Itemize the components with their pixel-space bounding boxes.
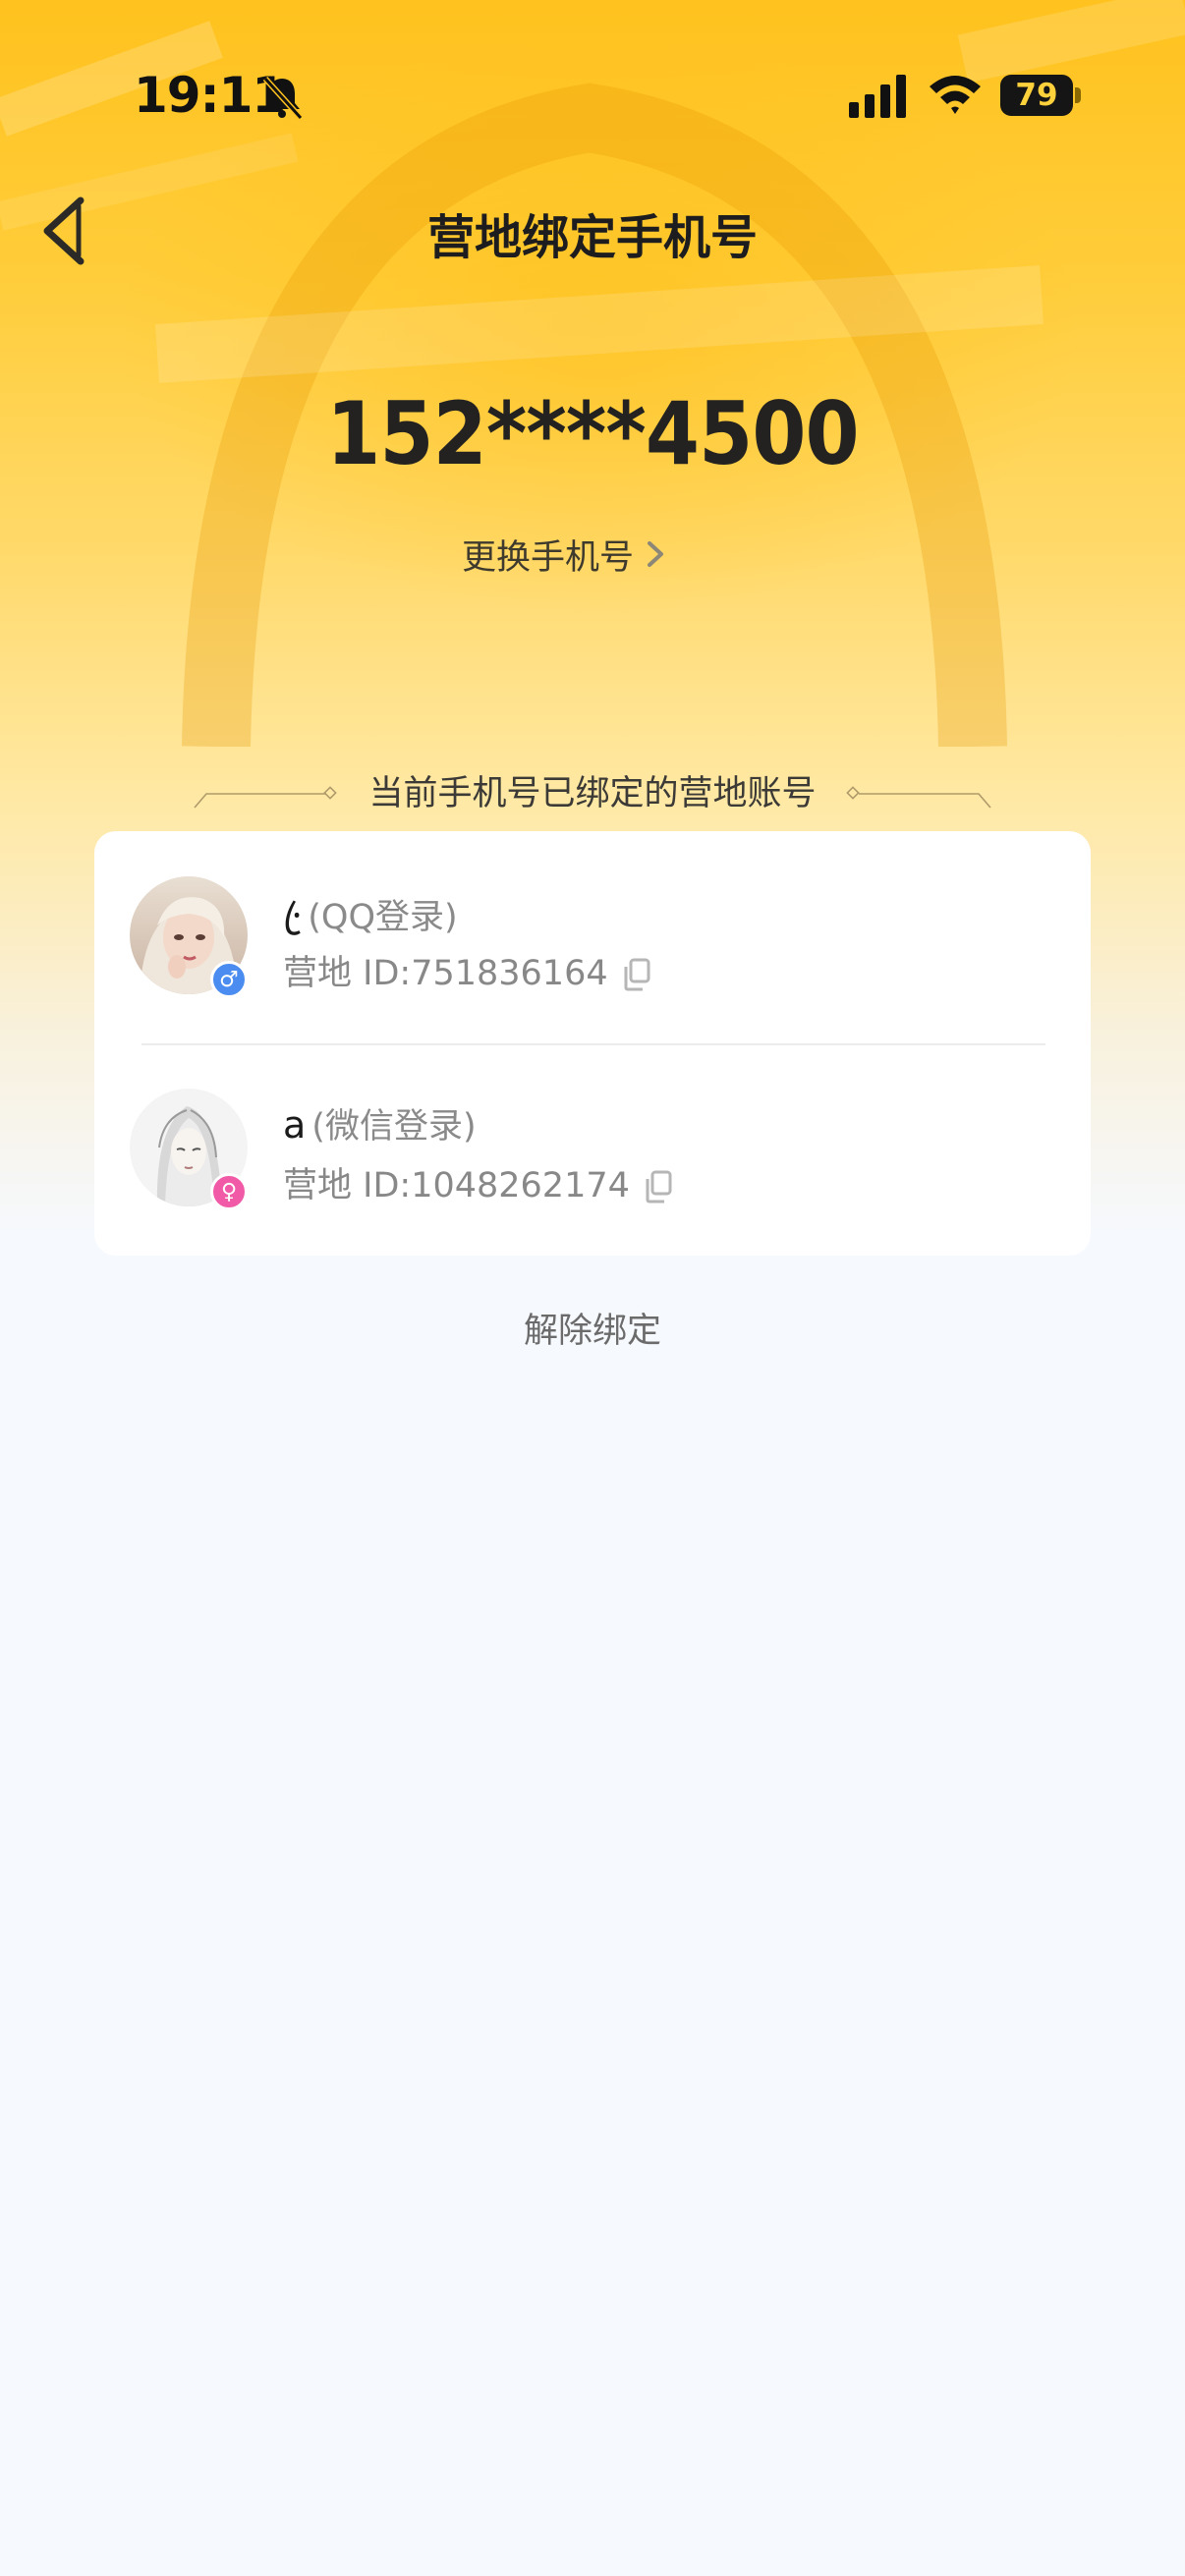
wifi-icon: [930, 76, 981, 114]
unbind-button[interactable]: 解除绑定: [0, 1303, 1185, 1353]
change-phone-link[interactable]: 更换手机号: [462, 527, 667, 582]
bound-phone-number: 152****4500: [326, 383, 859, 484]
male-gender-icon: ♂: [210, 961, 248, 998]
account-nickname: a: [283, 1103, 307, 1147]
bell-slash-icon: [262, 76, 304, 121]
status-bar: 19:11 79: [0, 0, 1185, 196]
login-type-label: (微信登录): [311, 1107, 477, 1147]
battery-cap: [1075, 87, 1081, 103]
account-name: a (微信登录): [283, 1098, 477, 1148]
account-item-wechat[interactable]: ♀ a (微信登录) 营地 ID:1048262174: [94, 1043, 1091, 1256]
account-nickname: ·ꦿ: [283, 894, 303, 937]
change-phone-label: 更换手机号: [462, 537, 635, 578]
login-type-label: (QQ登录): [308, 898, 458, 937]
chevron-right-icon: [648, 541, 664, 567]
account-id: 营地 ID:751836164: [283, 945, 651, 995]
copy-icon[interactable]: [644, 1170, 673, 1204]
account-id-text: 营地 ID:751836164: [283, 954, 608, 993]
copy-icon[interactable]: [622, 958, 651, 991]
account-item-qq[interactable]: ♂ ·ꦿ (QQ登录) 营地 ID:751836164: [94, 831, 1091, 1043]
battery-icon: 79: [1000, 75, 1073, 116]
page-title: 营地绑定手机号: [426, 210, 758, 265]
female-gender-icon: ♀: [210, 1173, 248, 1210]
account-id: 营地 ID:1048262174: [283, 1157, 673, 1207]
account-id-text: 营地 ID:1048262174: [283, 1166, 630, 1205]
bound-accounts-card: ♂ ·ꦿ (QQ登录) 营地 ID:751836164 ♀ a (微信登录) 营…: [94, 831, 1091, 1256]
section-divider-right: [846, 786, 991, 809]
section-title: 当前手机号已绑定的营地账号: [368, 774, 817, 813]
signal-icon: [849, 75, 906, 118]
